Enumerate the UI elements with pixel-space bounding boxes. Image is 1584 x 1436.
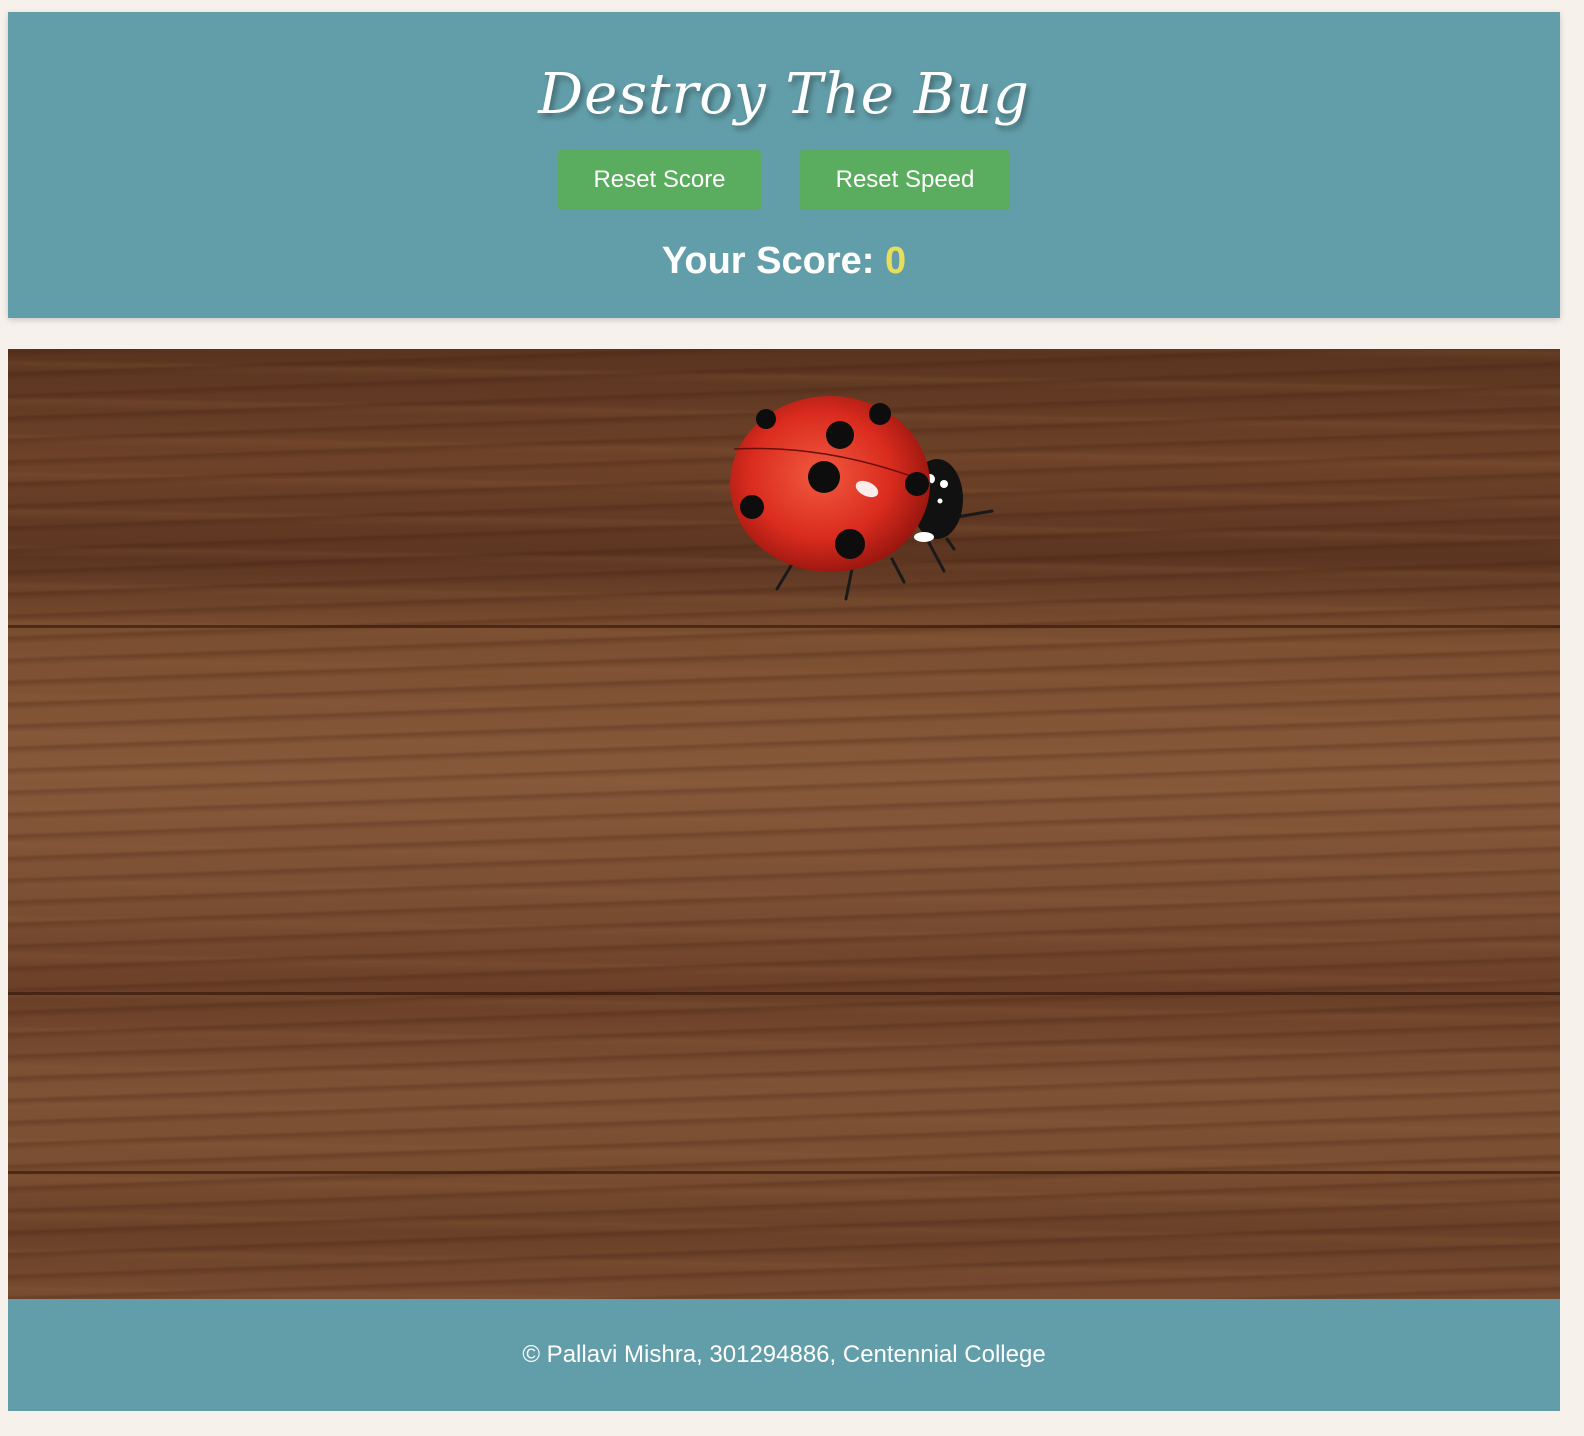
reset-speed-button[interactable]: Reset Speed — [800, 150, 1010, 210]
game-header: Destroy The Bug Reset Score Reset Speed … — [8, 12, 1560, 318]
ladybug-icon[interactable] — [722, 389, 1002, 604]
wood-seam — [8, 625, 1560, 628]
game-board[interactable] — [8, 349, 1560, 1299]
score-label: Your Score: — [661, 240, 875, 282]
footer-text: © Pallavi Mishra, 301294886, Centennial … — [522, 1341, 1046, 1368]
page-footer: © Pallavi Mishra, 301294886, Centennial … — [8, 1299, 1560, 1411]
wood-seam — [8, 1171, 1560, 1174]
score-value: 0 — [884, 240, 907, 282]
reset-score-button[interactable]: Reset Score — [558, 150, 761, 210]
page-title: Destroy The Bug — [538, 62, 1030, 127]
score-display: Your Score: 0 — [8, 240, 1560, 283]
wood-seam — [8, 992, 1560, 995]
